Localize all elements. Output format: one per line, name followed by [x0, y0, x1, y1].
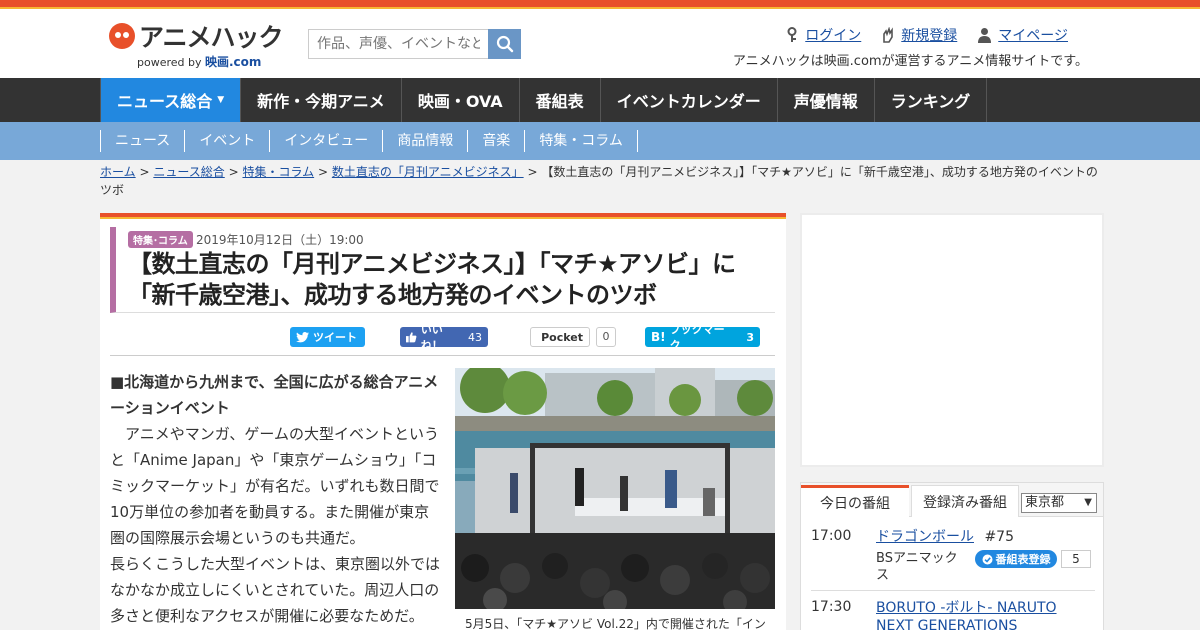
article-title: 【数土直志の「月刊アニメビジネス」】「マチ★アソビ」に「新千歳空港」、成功する地… — [128, 250, 736, 309]
like-count: 43 — [468, 330, 482, 344]
mypage-link[interactable]: マイページ — [977, 25, 1068, 45]
register-link[interactable]: 新規登録 — [881, 25, 957, 45]
photo-caption: 5月5日、「マチ★アソビ Vol.22」内で開催された「イン — [465, 617, 766, 630]
gnav-ranking[interactable]: ランキング — [875, 78, 988, 122]
article-date: 2019年10月12日（土）19:00 — [196, 233, 364, 247]
breadcrumb-features[interactable]: 特集・コラム — [242, 165, 314, 179]
facebook-like-button[interactable]: いいね！ 43 — [400, 323, 488, 352]
gnav-movie-ova[interactable]: 映画・OVA — [402, 78, 520, 122]
search-icon — [496, 35, 513, 53]
top-accent-stripe — [0, 0, 1200, 9]
hatena-bookmark-button[interactable]: B! ブックマーク 3 — [645, 323, 760, 352]
login-link[interactable]: ログイン — [785, 25, 861, 45]
breadcrumb-separator: > — [527, 165, 538, 179]
gnav-event-calendar[interactable]: イベントカレンダー — [601, 78, 778, 122]
search-form — [308, 29, 521, 59]
program-episode: #75 — [984, 529, 1014, 545]
breadcrumb-news[interactable]: ニュース総合 — [153, 165, 224, 179]
subnav-products[interactable]: 商品情報 — [382, 130, 467, 152]
key-icon — [787, 27, 797, 42]
breadcrumb-home[interactable]: ホーム — [100, 165, 136, 179]
article-subheading: ■北海道から九州まで、全国に広がる総合アニメーションイベント — [110, 373, 439, 417]
program-title-link[interactable]: ドラゴンボール — [876, 529, 974, 545]
subnav-features[interactable]: 特集・コラム — [524, 130, 638, 152]
region-select[interactable]: 東京都 ▼ — [1021, 493, 1097, 513]
site-header: アニメハック powered by 映画.com ログイン — [0, 9, 1200, 78]
clock-check-icon — [982, 554, 992, 564]
gnav-tv-schedule[interactable]: 番組表 — [520, 78, 601, 122]
logo-eyes-icon — [109, 23, 135, 49]
pocket-count: 0 — [596, 327, 616, 347]
caret-down-icon: ▼ — [217, 95, 225, 105]
program-channel: BSアニマックス — [876, 551, 958, 583]
powered-brand: 映画.com — [205, 55, 262, 69]
twitter-bird-icon — [296, 331, 309, 342]
register-count: 5 — [1061, 550, 1091, 568]
pocket-button[interactable]: Pocket — [530, 327, 590, 347]
site-tagline: アニメハックは映画.comが運営するアニメ情報サイトです。 — [732, 54, 1088, 69]
site-logo[interactable]: アニメハック powered by 映画.com — [109, 21, 289, 69]
user-icon — [978, 28, 992, 43]
category-badge[interactable]: 特集･コラム — [128, 231, 193, 248]
article-body: ■北海道から九州まで、全国に広がる総合アニメーションイベント アニメやマンガ、ゲ… — [110, 369, 442, 629]
select-arrow-icon: ▼ — [1084, 497, 1092, 508]
subnav-music[interactable]: 音楽 — [467, 130, 524, 152]
global-nav: ニュース総合 ▼ 新作・今期アニメ 映画・OVA 番組表 イベントカレンダー 声優… — [0, 78, 1200, 122]
subnav-interview[interactable]: インタビュー — [269, 130, 382, 152]
breadcrumb-separator: > — [139, 165, 150, 179]
tab-registered[interactable]: 登録済み番組 — [911, 485, 1019, 517]
program-time: 17:30 — [811, 599, 852, 615]
program-title-link[interactable]: BORUTO -ボルト- NARUTO NEXT GENERATIONS — [876, 600, 1057, 630]
gnav-news[interactable]: ニュース総合 ▼ — [100, 78, 242, 122]
powered-by: powered by 映画.com — [137, 55, 262, 69]
ad-slot — [800, 213, 1104, 467]
tab-today[interactable]: 今日の番組 — [801, 485, 909, 517]
hatena-b-icon: B! — [651, 330, 666, 344]
thumbs-up-icon — [406, 332, 417, 343]
hatena-count: 3 — [746, 330, 754, 344]
article-paragraph: 長らくこうした大型イベントは、東京圏以外ではなかなか成立しにくいとされていた。周… — [110, 555, 441, 625]
tweet-button[interactable]: ツイート — [290, 327, 365, 347]
breadcrumb-series[interactable]: 数土直志の「月刊アニメビジネス」 — [332, 165, 524, 179]
logo-text: アニメハック — [139, 23, 284, 52]
share-bar: ツイート いいね！ 43 Pocket 0 B! ブックマーク 3 — [110, 321, 775, 356]
breadcrumb-separator: > — [228, 165, 239, 179]
article-paragraph: アニメやマンガ、ゲームの大型イベントというと「Anime Japan」や「東京ゲ… — [110, 425, 440, 547]
article-header: 特集･コラム 2019年10月12日（土）19:00 【数土直志の「月刊アニメビ… — [110, 227, 775, 313]
gnav-new-anime[interactable]: 新作・今期アニメ — [241, 78, 402, 122]
article-photo[interactable] — [455, 368, 775, 609]
breadcrumb: ホーム > ニュース総合 > 特集・コラム > 数土直志の「月刊アニメビジネス」… — [100, 163, 1105, 199]
sub-nav: ニュース イベント インタビュー 商品情報 音楽 特集・コラム — [0, 122, 1200, 160]
search-input[interactable] — [308, 29, 488, 59]
tv-tabs: 今日の番組 登録済み番組 東京都 ▼ — [801, 483, 1103, 517]
program-time: 17:00 — [811, 528, 852, 544]
schedule-register-button[interactable]: 番組表登録 — [975, 550, 1057, 568]
breadcrumb-separator: > — [317, 165, 329, 179]
hand-icon — [883, 27, 894, 43]
subnav-news[interactable]: ニュース — [100, 130, 184, 152]
search-button[interactable] — [488, 29, 521, 59]
gnav-voice-actors[interactable]: 声優情報 — [778, 78, 875, 122]
event-stage-photo — [455, 368, 775, 609]
article: 特集･コラム 2019年10月12日（土）19:00 【数土直志の「月刊アニメビ… — [100, 213, 786, 630]
program-divider — [811, 590, 1095, 591]
tv-schedule-widget: 今日の番組 登録済み番組 東京都 ▼ 17:00 ドラゴンボール #75 BSア… — [800, 482, 1104, 630]
header-links: ログイン 新規登録 マイページ — [785, 25, 1068, 45]
subnav-event[interactable]: イベント — [184, 130, 269, 152]
